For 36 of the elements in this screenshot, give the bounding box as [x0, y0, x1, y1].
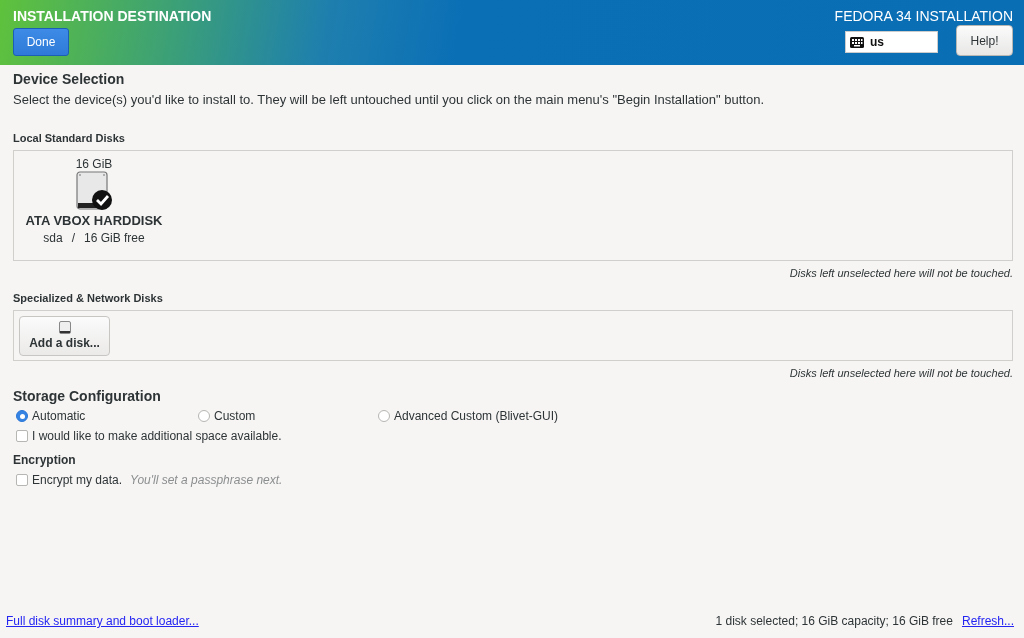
- disk-name: ATA VBOX HARDDISK: [25, 213, 163, 228]
- radio-button[interactable]: [198, 410, 210, 422]
- disk-size: 16 GiB: [75, 157, 113, 171]
- product-title: FEDORA 34 INSTALLATION: [834, 8, 1013, 24]
- device-name: sda: [43, 231, 63, 245]
- separator-text: /: [71, 231, 75, 245]
- radio-button[interactable]: [16, 410, 28, 422]
- status-text: 1 disk selected; 16 GiB capacity; 16 GiB free: [715, 614, 953, 628]
- section-heading: Encryption: [13, 453, 77, 467]
- keyboard-icon: [850, 36, 864, 48]
- checkbox[interactable]: [16, 474, 28, 486]
- group-heading: Specialized & Network Disks: [13, 292, 164, 304]
- note-text: Disks left unselected here will not be touched.: [789, 367, 1013, 379]
- checkbox-label: I would like to make additional space available.: [32, 429, 282, 443]
- description-text: Select the device(s) you'd like to install to. They will be left untouched until you click on the main menu's "Begin Installation" button.: [13, 92, 766, 107]
- disk-tile[interactable]: 16 GiB ATA VBOX HARDDISK sda / 16 GiB free: [14, 151, 174, 260]
- checkbox-label: Encrypt my data.: [32, 473, 123, 487]
- section-heading: Device Selection: [13, 71, 126, 87]
- group-heading: Local Standard Disks: [13, 132, 126, 144]
- hint-text: You'll set a passphrase next.: [130, 473, 283, 487]
- radio-label: Advanced Custom (Blivet-GUI): [394, 409, 559, 423]
- radio-label: Automatic: [32, 409, 86, 423]
- radio-label: Custom: [214, 409, 256, 423]
- add-disk-button[interactable]: Add a disk...: [19, 315, 110, 356]
- checkbox[interactable]: [16, 430, 28, 442]
- help-button[interactable]: Help!: [956, 25, 1013, 56]
- keyboard-layout-indicator[interactable]: us: [845, 31, 938, 53]
- done-button[interactable]: Done: [13, 28, 69, 56]
- note-text: Disks left unselected here will not be touched.: [789, 267, 1013, 279]
- refresh-link[interactable]: Refresh...: [961, 614, 1014, 628]
- section-heading: Storage Configuration: [13, 388, 162, 404]
- hard-disk-icon: [75, 171, 113, 211]
- summary-link[interactable]: Full disk summary and boot loader...: [6, 614, 199, 628]
- radio-button[interactable]: [378, 410, 390, 422]
- screen-title: INSTALLATION DESTINATION: [13, 8, 212, 24]
- free-space: 16 GiB free: [84, 231, 145, 245]
